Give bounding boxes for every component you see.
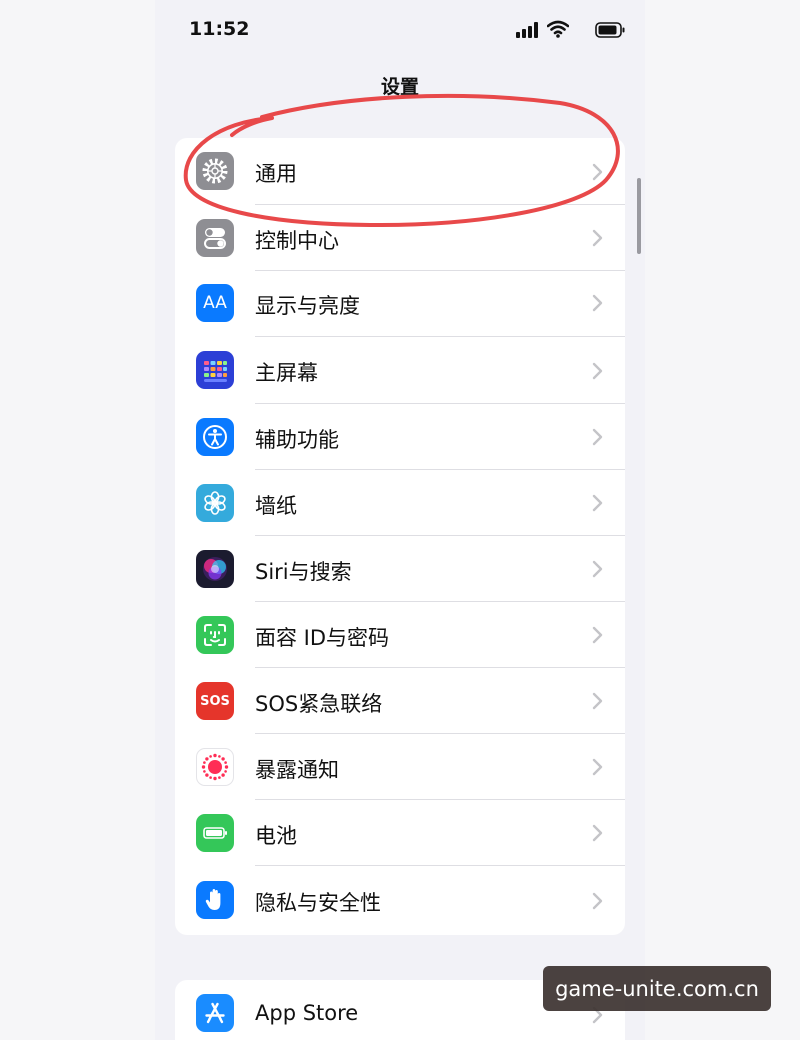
settings-list: 通用 控制中心 AA 显示与亮度 主屏幕 辅助功能 墙纸 Siri与搜索 面容 … — [175, 138, 625, 935]
settings-row-label: App Store — [255, 1001, 359, 1025]
settings-row-label: Siri与搜索 — [255, 560, 352, 584]
chevron-right-icon — [592, 824, 603, 842]
watermark: game-unite.com.cn — [543, 966, 771, 1011]
wifi-icon — [547, 20, 569, 38]
settings-row-label: 墙纸 — [255, 494, 297, 518]
settings-row-battery[interactable]: 电池 — [175, 800, 625, 866]
sos-icon: SOS — [196, 682, 234, 720]
settings-row-label: 电池 — [255, 824, 297, 848]
chevron-right-icon — [592, 560, 603, 578]
chevron-right-icon — [592, 692, 603, 710]
settings-row-label: 显示与亮度 — [255, 294, 360, 318]
settings-row-label: 面容 ID与密码 — [255, 626, 390, 650]
settings-row-label: 控制中心 — [255, 229, 339, 253]
settings-row-siri[interactable]: Siri与搜索 — [175, 536, 625, 602]
accessibility-icon — [196, 418, 234, 456]
text-size-icon: AA — [196, 284, 234, 322]
chevron-right-icon — [592, 626, 603, 644]
flower-icon — [196, 484, 234, 522]
battery-icon — [595, 22, 625, 38]
gear-icon — [196, 152, 234, 190]
scrollbar[interactable] — [637, 178, 641, 254]
face-id-icon — [196, 616, 234, 654]
settings-row-display[interactable]: AA 显示与亮度 — [175, 271, 625, 337]
chevron-right-icon — [592, 758, 603, 776]
settings-row-wallpaper[interactable]: 墙纸 — [175, 470, 625, 536]
settings-row-label: SOS紧急联络 — [255, 692, 383, 716]
chevron-right-icon — [592, 362, 603, 380]
settings-screen: 11:52 设置 通用 控制中心 AA 显示与亮度 主屏幕 辅助功能 墙纸 Si… — [155, 0, 645, 1040]
chevron-right-icon — [592, 494, 603, 512]
page-title: 设置 — [380, 76, 419, 98]
chevron-right-icon — [592, 892, 603, 910]
settings-row-label: 隐私与安全性 — [255, 891, 381, 915]
settings-row-label: 暴露通知 — [255, 758, 339, 782]
siri-icon — [196, 550, 234, 588]
signal-icon — [516, 22, 538, 38]
app-store-icon — [196, 994, 234, 1032]
settings-row-control-center[interactable]: 控制中心 — [175, 205, 625, 271]
hand-icon — [196, 881, 234, 919]
settings-row-label: 通用 — [255, 162, 297, 186]
settings-row-privacy[interactable]: 隐私与安全性 — [175, 866, 625, 935]
settings-row-home-screen[interactable]: 主屏幕 — [175, 337, 625, 404]
chevron-right-icon — [592, 229, 603, 247]
status-time: 11:52 — [189, 18, 250, 40]
settings-row-general[interactable]: 通用 — [175, 138, 625, 205]
chevron-right-icon — [592, 163, 603, 181]
settings-row-emergency-sos[interactable]: SOS SOS紧急联络 — [175, 668, 625, 734]
settings-row-exposure[interactable]: 暴露通知 — [175, 734, 625, 800]
settings-row-label: 主屏幕 — [255, 361, 318, 385]
battery-icon — [196, 814, 234, 852]
exposure-icon — [196, 748, 234, 786]
status-bar: 11:52 — [155, 0, 645, 60]
settings-row-accessibility[interactable]: 辅助功能 — [175, 404, 625, 470]
settings-row-face-id[interactable]: 面容 ID与密码 — [175, 602, 625, 668]
home-grid-icon — [196, 351, 234, 389]
toggles-icon — [196, 219, 234, 257]
chevron-right-icon — [592, 294, 603, 312]
chevron-right-icon — [592, 428, 603, 446]
settings-row-label: 辅助功能 — [255, 428, 339, 452]
